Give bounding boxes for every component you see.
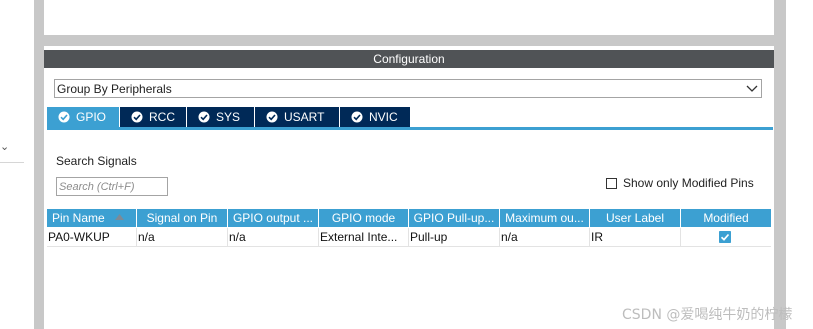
pinout-view-area [44, 0, 774, 35]
column-header-gpio-pull[interactable]: GPIO Pull-up... [409, 209, 500, 227]
tab-nvic-label: NVIC [369, 110, 398, 124]
configuration-header: Configuration [44, 50, 774, 68]
tab-rcc[interactable]: RCC [120, 107, 187, 127]
column-header-maximum-output[interactable]: Maximum ou... [500, 209, 590, 227]
cell-maximum-output: n/a [500, 228, 590, 246]
tab-sys-label: SYS [216, 110, 241, 124]
left-panel: ⌄ [0, 0, 24, 329]
collapse-chevron-icon[interactable]: ⌄ [0, 140, 12, 154]
tab-gpio[interactable]: GPIO [47, 107, 120, 127]
check-circle-icon [131, 111, 143, 123]
cell-modified [681, 228, 771, 246]
cell-gpio-pull: Pull-up [409, 228, 500, 246]
group-by-select[interactable]: Group By Peripherals [54, 79, 762, 98]
column-header-pin-name[interactable]: Pin Name [47, 209, 137, 227]
show-modified-label: Show only Modified Pins [623, 176, 754, 190]
tab-rcc-label: RCC [149, 110, 175, 124]
show-modified-checkbox[interactable] [606, 178, 617, 189]
check-circle-icon [266, 111, 278, 123]
pinout-configuration-window: ⌄ Configuration Group By Peripherals GPI… [0, 0, 813, 329]
column-header-label: Pin Name [52, 211, 105, 225]
group-by-value: Group By Peripherals [57, 82, 172, 96]
table-header: Pin Name Signal on Pin GPIO output ... G… [47, 209, 771, 227]
tab-nvic[interactable]: NVIC [340, 107, 410, 127]
tab-gpio-label: GPIO [76, 110, 107, 124]
cell-signal-on-pin: n/a [137, 228, 228, 246]
check-circle-icon [351, 111, 363, 123]
column-header-modified[interactable]: Modified [681, 209, 771, 227]
column-header-signal-on-pin[interactable]: Signal on Pin [137, 209, 228, 227]
tab-usart[interactable]: USART [255, 107, 340, 127]
column-header-gpio-mode[interactable]: GPIO mode [319, 209, 409, 227]
cell-gpio-output: n/a [228, 228, 319, 246]
table-row[interactable]: PA0-WKUP n/a n/a External Inte... Pull-u… [47, 228, 771, 247]
sort-ascending-icon [115, 214, 124, 220]
tab-sys[interactable]: SYS [187, 107, 255, 127]
left-panel-divider [0, 162, 24, 163]
check-circle-icon [58, 111, 70, 123]
cell-gpio-mode: External Inte... [319, 228, 409, 246]
column-header-gpio-output[interactable]: GPIO output ... [228, 209, 319, 227]
search-signals-input[interactable] [56, 177, 168, 196]
tab-underline [47, 127, 773, 130]
checkbox-checked-icon[interactable] [719, 231, 731, 243]
column-header-user-label[interactable]: User Label [590, 209, 681, 227]
check-circle-icon [198, 111, 210, 123]
cell-pin-name: PA0-WKUP [47, 228, 137, 246]
tab-usart-label: USART [284, 110, 325, 124]
csdn-watermark: CSDN @爱喝纯牛奶的柠檬 [622, 307, 793, 323]
search-signals-label: Search Signals [56, 154, 137, 168]
cell-user-label: IR [590, 228, 681, 246]
chevron-down-icon [746, 85, 758, 92]
